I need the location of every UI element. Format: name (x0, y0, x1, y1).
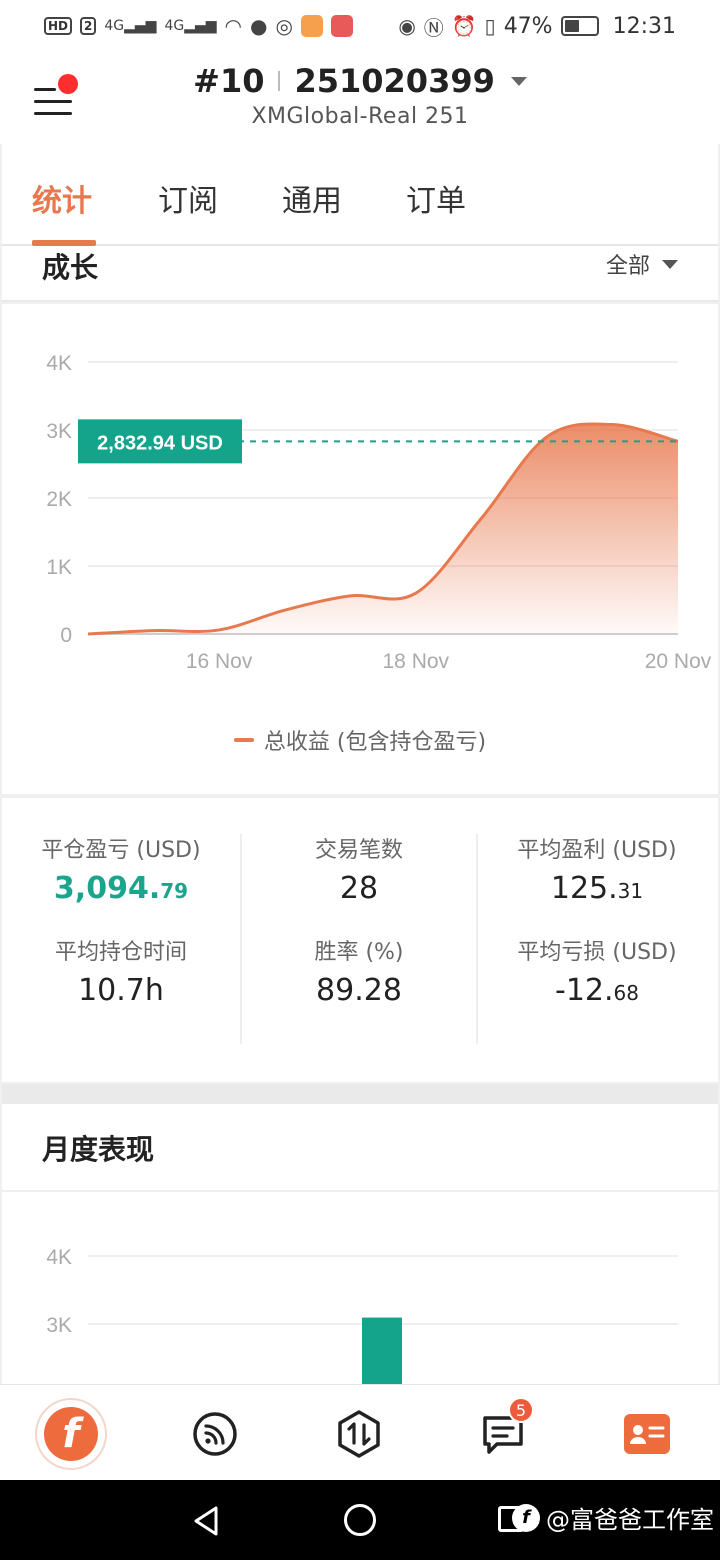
avg-profit-value: 125.31 (550, 871, 644, 906)
watermark: f @富爸爸工作室 (512, 1500, 714, 1535)
avg-loss-label: 平均亏损 (USD) (517, 940, 677, 965)
hd-indicator: HD (44, 17, 73, 35)
battery-icon (560, 16, 599, 36)
y-tick-label: 4K (46, 352, 72, 375)
avg-loss-value: -12.68 (555, 973, 639, 1008)
bottom-navigation: f 5 (0, 1384, 720, 1480)
y-tick-label: 2K (46, 488, 72, 511)
battery-percent: 47% (503, 13, 553, 39)
stats-column: 交易笔数 28 胜率 (%) 89.28 (240, 834, 478, 1044)
home-icon: f (37, 1400, 105, 1468)
monthly-chart[interactable]: 4K3K2K (2, 1192, 718, 1384)
y-tick-label: 0 (60, 624, 72, 647)
nav-trade-button[interactable] (324, 1399, 394, 1469)
status-right: ◉ Ⓝ ⏰ ▯ 47% 12:31 (398, 12, 676, 41)
tab-orders[interactable]: 订单 (406, 176, 466, 220)
closed-pl-label: 平仓盈亏 (USD) (41, 838, 201, 863)
brand-logo: f (44, 1407, 98, 1461)
browser-icon: ◎ (275, 14, 293, 38)
wifi-icon: ◠ (224, 14, 242, 38)
growth-filter-dropdown[interactable]: 全部 (606, 248, 678, 280)
nfc-icon: Ⓝ (423, 15, 444, 40)
monthly-title: 月度表现 (42, 1133, 155, 1166)
nav-subscriptions-button[interactable] (180, 1399, 250, 1469)
chart-legend: 总收益 (包含持仓盈亏) (2, 724, 718, 756)
main-content: 统计 订阅 通用 订单 成长 全部 0 1K 2K 3K 4K 16 Nov 18 Nov 2… (2, 144, 718, 1384)
alarm-icon: ⏰ (451, 14, 477, 38)
vibrate-icon: ▯ (484, 14, 496, 38)
y-tick-label: 3K (46, 420, 72, 443)
growth-chart[interactable]: 0 1K 2K 3K 4K 16 Nov 18 Nov 20 Nov 2,832.94 USD (2, 304, 718, 724)
app-badge-icon (300, 15, 323, 37)
avg-profit-label: 平均盈利 (USD) (517, 838, 677, 863)
status-left: HD 2 4G▂▄▆ 4G▂▄▆ ◠ ● ◎ (44, 14, 353, 38)
stats-column: 平均盈利 (USD) 125.31 平均亏损 (USD) -12.68 (478, 834, 716, 1044)
growth-filter-label: 全部 (605, 254, 650, 279)
monthly-bar (362, 1317, 402, 1384)
section-divider (2, 1084, 718, 1104)
watermark-logo: f (512, 1503, 540, 1532)
system-navigation-bar: f @富爸爸工作室 (0, 1480, 720, 1560)
account-selector[interactable]: #10 251020399 XMGlobal-Real 251 (0, 62, 720, 129)
chevron-down-icon (662, 259, 678, 269)
rss-icon (193, 1412, 237, 1456)
y-tick-label: 1K (46, 556, 72, 579)
trade-icon (338, 1410, 380, 1458)
tab-bar: 统计 订阅 通用 订单 (2, 144, 718, 246)
app-header: #10 251020399 XMGlobal-Real 251 (0, 52, 720, 144)
legend-label: 总收益 (包含持仓盈亏) (263, 730, 487, 755)
status-bar: HD 2 4G▂▄▆ 4G▂▄▆ ◠ ● ◎ ◉ Ⓝ ⏰ ▯ 47% 12:31 (0, 0, 720, 52)
monthly-performance-card: 月度表现 4K3K2K (2, 1104, 718, 1384)
x-tick-label: 20 Nov (645, 650, 712, 673)
x-tick-label: 18 Nov (383, 650, 450, 673)
signal-icon: 4G▂▄▆ (104, 18, 157, 34)
current-value-label: 2,832.94 USD (97, 432, 223, 454)
nav-messages-button[interactable]: 5 (468, 1397, 538, 1469)
legend-swatch (233, 738, 254, 742)
account-id: 251020399 (294, 62, 495, 100)
stats-column: 平仓盈亏 (USD) 3,094.79 平均持仓时间 10.7h (2, 834, 240, 1044)
growth-header: 成长 全部 (2, 246, 718, 302)
tab-statistics[interactable]: 统计 (32, 176, 92, 220)
eye-icon: ◉ (398, 14, 416, 38)
winrate-value: 89.28 (316, 973, 402, 1008)
sim-indicator: 2 (80, 17, 97, 35)
closed-pl-value: 3,094.79 (53, 871, 189, 906)
nav-home-button[interactable]: f (36, 1399, 106, 1469)
trades-value: 28 (339, 871, 379, 906)
avg-hold-value: 10.7h (78, 973, 164, 1008)
y-tick-label: 3K (46, 1314, 72, 1337)
divider (278, 71, 281, 91)
x-tick-label: 16 Nov (186, 650, 253, 673)
trades-label: 交易笔数 (314, 838, 403, 863)
wechat-icon: ● (249, 14, 268, 38)
signal-icon: 4G▂▄▆ (164, 18, 217, 34)
account-server: XMGlobal-Real 251 (251, 104, 469, 129)
tab-subscription[interactable]: 订阅 (158, 176, 218, 220)
stats-panel: 平仓盈亏 (USD) 3,094.79 平均持仓时间 10.7h 交易笔数 28… (2, 796, 718, 1082)
account-number: #10 (193, 62, 265, 100)
growth-title: 成长 (42, 251, 99, 284)
watermark-text: @富爸爸工作室 (546, 1506, 714, 1534)
clock: 12:31 (612, 13, 676, 39)
back-icon[interactable] (192, 1506, 222, 1536)
profile-card-icon (624, 1414, 670, 1454)
y-tick-label: 4K (46, 1246, 72, 1269)
app-badge-icon (330, 15, 353, 37)
chevron-down-icon[interactable] (510, 76, 527, 86)
tab-general[interactable]: 通用 (282, 176, 342, 220)
unread-badge: 5 (508, 1397, 534, 1423)
winrate-label: 胜率 (%) (314, 940, 404, 965)
avg-hold-label: 平均持仓时间 (54, 940, 187, 965)
growth-chart-card: 0 1K 2K 3K 4K 16 Nov 18 Nov 20 Nov 2,832.94 USD … (2, 304, 718, 794)
home-circle-icon[interactable] (344, 1504, 376, 1536)
nav-profile-button[interactable] (612, 1399, 682, 1469)
